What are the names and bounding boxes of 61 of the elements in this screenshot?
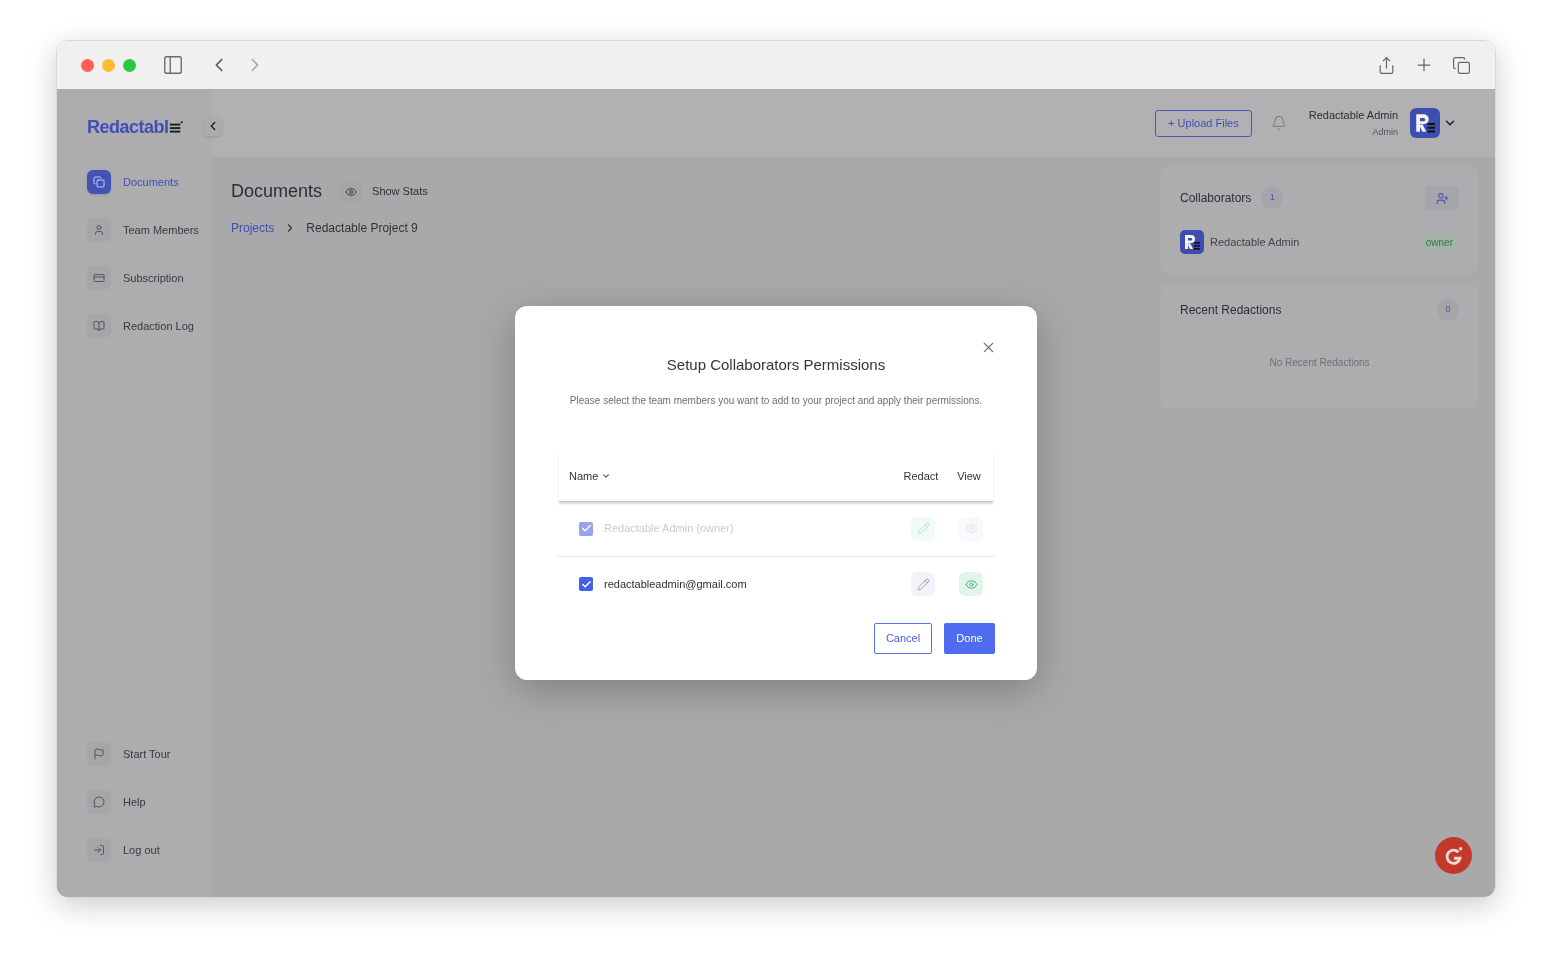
sidebar-item[interactable]: Log out [87, 837, 209, 863]
eye-icon [964, 577, 978, 591]
name-column-header[interactable]: Name [569, 467, 612, 485]
sidebar-item[interactable]: Documents [87, 169, 209, 195]
share-icon[interactable] [1377, 55, 1396, 75]
sidebar-item[interactable]: Start Tour [87, 741, 209, 767]
collaborators-title: Collaborators [1180, 190, 1252, 207]
count-badge: 0 [1437, 299, 1459, 321]
logo-mark-icon [168, 121, 183, 135]
done-button[interactable]: Done [944, 622, 995, 654]
dialog-title: Setup Collaborators Permissions [665, 355, 887, 375]
breadcrumb-current: Redactable Project 9 [306, 220, 418, 237]
user-icon [93, 224, 105, 236]
avatar-icon [1180, 230, 1204, 254]
eye-icon [345, 185, 358, 198]
check-icon [580, 578, 592, 590]
column-header: View [956, 468, 982, 484]
upload-files-button[interactable]: + Upload Files [1155, 109, 1252, 137]
logout-icon [93, 844, 105, 856]
sidebar-item[interactable]: Redaction Log [87, 313, 209, 339]
count-badge: 1 [1261, 187, 1284, 209]
member-name: redactableadmin@gmail.com [604, 576, 747, 592]
row-checkbox[interactable] [579, 577, 593, 591]
add-collaborator-button[interactable] [1425, 186, 1459, 210]
documents-icon [93, 176, 105, 188]
minimize-window-icon[interactable] [102, 58, 115, 72]
sidebar-item[interactable]: Team Members [87, 217, 209, 243]
avatar-icon [1410, 108, 1440, 138]
breadcrumb-link[interactable]: Projects [231, 219, 275, 237]
show-stats-button[interactable]: Show Stats [340, 180, 428, 203]
sort-icon [601, 471, 612, 481]
notification-bell-icon[interactable] [1270, 115, 1287, 131]
book-icon [93, 320, 105, 332]
tabs-overview-icon[interactable] [1452, 55, 1471, 75]
column-header: Redact [902, 468, 940, 484]
empty-state-text: No Recent Redactions [1268, 356, 1371, 370]
check-icon [580, 523, 592, 534]
sidebar-item[interactable]: Help [87, 789, 209, 815]
collapse-sidebar-button[interactable] [204, 116, 222, 136]
close-window-icon[interactable] [81, 58, 94, 72]
card-icon [93, 272, 105, 284]
chat-bubble-icon [93, 796, 105, 808]
user-name: Redactable Admin [1308, 107, 1398, 123]
user-role: Admin [1372, 126, 1398, 139]
sidebar-toggle-icon[interactable] [162, 54, 184, 76]
add-user-icon [1435, 191, 1449, 205]
dialog-description: Please select the team members you want to add to your project and apply their permissions. [568, 393, 984, 408]
recent-redactions-title: Recent Redactions [1180, 302, 1282, 319]
flag-icon [93, 748, 105, 760]
redact-toggle[interactable] [911, 572, 935, 596]
collaborator-name: Redactable Admin [1210, 234, 1300, 250]
sidebar-item[interactable]: Subscription [87, 265, 209, 291]
pencil-icon [916, 522, 930, 535]
cancel-button[interactable]: Cancel [874, 622, 932, 654]
role-badge: owner [1419, 232, 1459, 252]
logo-text: Redactabl [87, 115, 169, 139]
maximize-window-icon[interactable] [123, 58, 136, 72]
view-toggle[interactable] [959, 572, 983, 596]
pencil-icon [916, 577, 930, 591]
page-title: Documents [231, 180, 323, 203]
eye-icon [964, 522, 978, 535]
